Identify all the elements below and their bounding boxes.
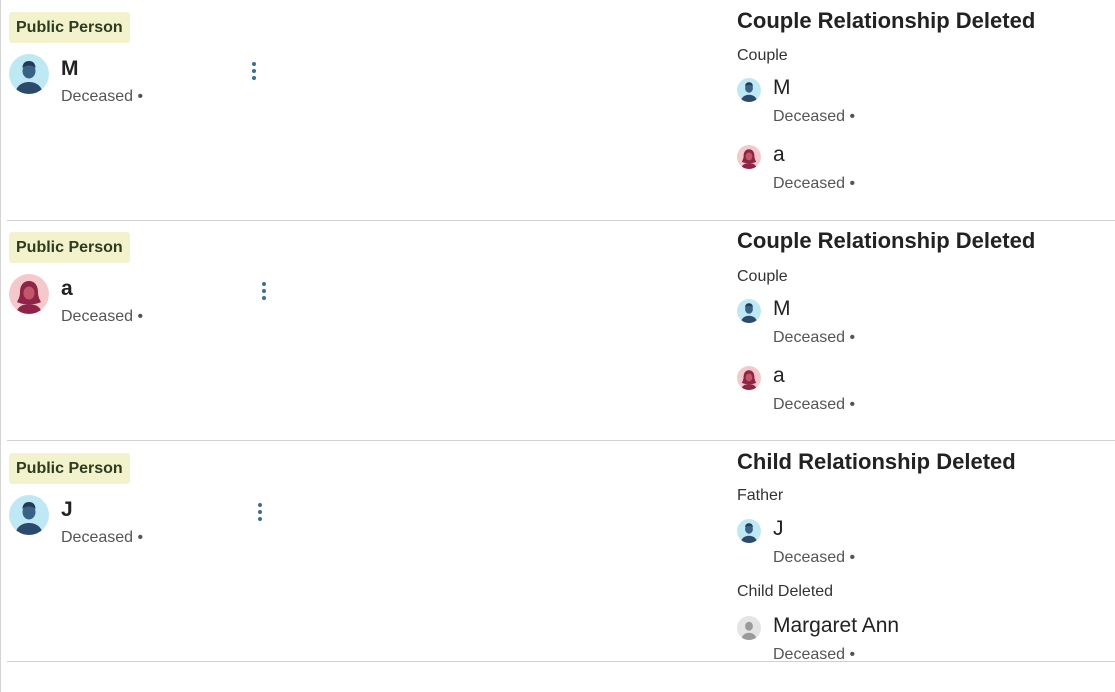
male-avatar-icon xyxy=(737,299,761,323)
person-name[interactable]: M xyxy=(61,57,79,81)
related-person-status: Deceased • xyxy=(773,396,856,413)
role-label: Couple xyxy=(737,47,788,64)
relationship-change-panel: Couple Relationship Deleted Couple M Dec… xyxy=(737,220,1107,438)
public-person-badge: Public Person xyxy=(9,453,130,484)
more-options-icon[interactable] xyxy=(259,280,269,304)
page-left-border xyxy=(0,0,1,692)
person-status: Deceased • xyxy=(61,88,144,105)
male-avatar-icon[interactable] xyxy=(9,54,49,94)
related-person[interactable]: a Deceased • xyxy=(737,143,1097,197)
related-person-status: Deceased • xyxy=(773,646,856,663)
related-person-name[interactable]: M xyxy=(773,76,791,100)
related-person-name[interactable]: a xyxy=(773,364,785,388)
role-label: Couple xyxy=(737,268,788,285)
related-person[interactable]: M Deceased • xyxy=(737,297,1097,351)
related-person[interactable]: Margaret Ann Deceased • xyxy=(737,614,1097,668)
change-title: Child Relationship Deleted xyxy=(737,449,1016,474)
related-person[interactable]: a Deceased • xyxy=(737,364,1097,418)
change-entry: Public Person a Deceased • Couple Relati… xyxy=(7,220,1115,441)
relationship-change-panel: Child Relationship Deleted Father J Dece… xyxy=(737,441,1107,663)
role-label: Child Deleted xyxy=(737,583,834,600)
related-person-status: Deceased • xyxy=(773,108,856,125)
related-person-status: Deceased • xyxy=(773,549,856,566)
female-avatar-icon xyxy=(737,145,761,169)
female-avatar-icon xyxy=(737,366,761,390)
related-person[interactable]: M Deceased • xyxy=(737,76,1097,130)
male-avatar-icon xyxy=(737,519,761,543)
male-avatar-icon[interactable] xyxy=(9,495,49,535)
more-options-icon[interactable] xyxy=(255,501,265,525)
person-name[interactable]: a xyxy=(61,277,73,301)
public-person-badge: Public Person xyxy=(9,12,130,43)
relationship-change-panel: Couple Relationship Deleted Couple M Dec… xyxy=(737,0,1107,218)
role-label: Father xyxy=(737,487,784,504)
unknown-avatar-icon xyxy=(737,616,761,640)
female-avatar-icon[interactable] xyxy=(9,274,49,314)
public-person-badge: Public Person xyxy=(9,232,130,263)
related-person-name[interactable]: J xyxy=(773,517,784,541)
person-name[interactable]: J xyxy=(61,498,73,522)
related-person[interactable]: J Deceased • xyxy=(737,517,1097,571)
more-options-icon[interactable] xyxy=(249,60,259,84)
related-person-name[interactable]: Margaret Ann xyxy=(773,614,899,638)
change-title: Couple Relationship Deleted xyxy=(737,8,1036,33)
person-status: Deceased • xyxy=(61,308,144,325)
related-person-status: Deceased • xyxy=(773,175,856,192)
related-person-name[interactable]: a xyxy=(773,143,785,167)
change-entry: Public Person M Deceased • Couple Relati… xyxy=(7,0,1115,221)
change-title: Couple Relationship Deleted xyxy=(737,228,1036,253)
related-person-name[interactable]: M xyxy=(773,297,791,321)
related-person-status: Deceased • xyxy=(773,329,856,346)
change-entry: Public Person J Deceased • Child Relatio… xyxy=(7,441,1115,663)
male-avatar-icon xyxy=(737,78,761,102)
person-status: Deceased • xyxy=(61,529,144,546)
